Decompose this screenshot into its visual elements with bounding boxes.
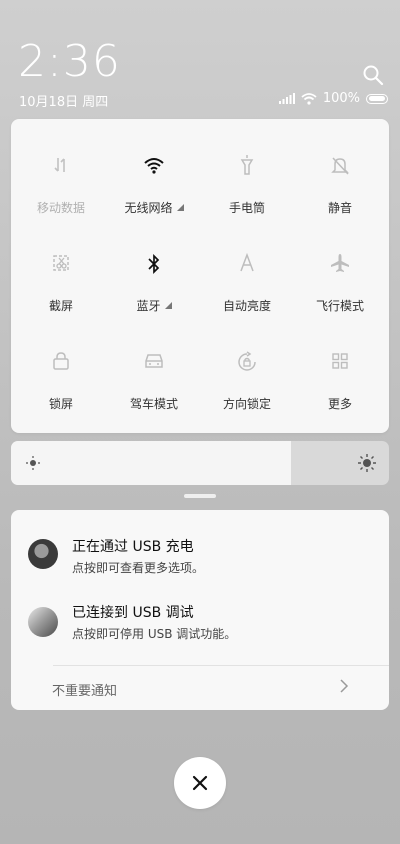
tile-label: 无线网络 — [124, 199, 184, 216]
tile-label: 自动亮度 — [222, 299, 271, 313]
brightness-slider[interactable] — [11, 441, 389, 485]
tile-label: 截屏 — [48, 299, 73, 313]
search-icon[interactable] — [362, 64, 384, 86]
tile-auto-brightness[interactable]: 自动亮度 — [200, 217, 294, 313]
app-avatar — [28, 539, 58, 569]
expand-triangle-icon — [164, 302, 172, 309]
tile-driving-mode[interactable]: 驾车模式 — [107, 315, 201, 411]
unimportant-notifications-link[interactable]: 不重要通知 — [52, 680, 117, 699]
date-label: 10月18日 周四 — [19, 95, 109, 110]
wifi-icon — [144, 158, 164, 174]
wifi-status-icon — [301, 92, 317, 105]
tile-label: 移动数据 — [36, 201, 85, 215]
flashlight-icon — [240, 155, 254, 175]
notification-text: 点按即可查看更多选项。 — [72, 561, 205, 575]
signal-icon — [278, 93, 295, 104]
tile-mute[interactable]: 静音 — [293, 119, 387, 215]
tile-label: 更多 — [327, 397, 352, 411]
brightness-high-icon — [358, 454, 376, 472]
tile-label: 锁屏 — [48, 397, 73, 411]
close-icon — [192, 775, 208, 791]
divider — [53, 665, 389, 666]
tile-label: 蓝牙 — [136, 297, 172, 314]
notification-title: 已连接到 USB 调试 — [72, 605, 194, 621]
tile-rotation-lock[interactable]: 方向锁定 — [200, 315, 294, 411]
tile-bluetooth[interactable]: 蓝牙 — [107, 217, 201, 313]
drag-handle[interactable] — [184, 494, 216, 498]
tile-more[interactable]: 更多 — [293, 315, 387, 411]
app-avatar — [28, 607, 58, 637]
notification-usb-debugging[interactable]: 已连接到 USB 调试 点按即可停用 USB 调试功能。 — [11, 592, 389, 652]
tile-label: 静音 — [327, 201, 352, 215]
rotation-lock-icon — [238, 351, 256, 371]
car-icon — [145, 354, 163, 368]
tile-label: 方向锁定 — [222, 397, 271, 411]
notification-text: 点按即可停用 USB 调试功能。 — [72, 627, 237, 641]
notification-usb-charging[interactable]: 正在通过 USB 充电 点按即可查看更多选项。 — [11, 524, 389, 584]
expand-triangle-icon — [176, 204, 184, 211]
tile-airplane[interactable]: 飞行模式 — [293, 217, 387, 313]
tile-label-text: 蓝牙 — [136, 299, 161, 313]
brightness-low-icon — [26, 456, 40, 470]
tile-wifi[interactable]: 无线网络 — [107, 119, 201, 215]
tile-label-text: 无线网络 — [124, 201, 173, 215]
auto-brightness-icon — [240, 253, 254, 272]
chevron-right-icon[interactable] — [339, 678, 349, 694]
screenshot-icon — [53, 255, 69, 271]
mobile-data-icon — [54, 158, 65, 172]
tile-label: 飞行模式 — [315, 299, 364, 313]
tile-mobile-data[interactable]: 移动数据 — [14, 119, 108, 215]
clear-all-button[interactable] — [174, 757, 226, 809]
clock-time: 2:36 — [18, 36, 121, 87]
bluetooth-icon — [148, 253, 160, 275]
tile-label: 手电筒 — [228, 201, 265, 215]
notification-panel: 正在通过 USB 充电 点按即可查看更多选项。 已连接到 USB 调试 点按即可… — [11, 510, 389, 710]
tile-lock-screen[interactable]: 锁屏 — [14, 315, 108, 411]
quick-settings-panel: 移动数据 无线网络 手电筒 静音 截屏 蓝牙 自动亮度 飞行模式 锁屏 驾车模式… — [11, 119, 389, 433]
more-grid-icon — [332, 353, 348, 369]
mute-icon — [331, 157, 349, 175]
airplane-icon — [331, 254, 349, 272]
tile-label: 驾车模式 — [129, 397, 178, 411]
status-icons: 100% — [278, 91, 388, 106]
tile-flashlight[interactable]: 手电筒 — [200, 119, 294, 215]
battery-icon — [366, 93, 388, 104]
lock-icon — [53, 352, 69, 370]
brightness-fill — [11, 441, 291, 485]
battery-percent: 100% — [322, 91, 360, 106]
notification-title: 正在通过 USB 充电 — [72, 539, 194, 555]
tile-screenshot[interactable]: 截屏 — [14, 217, 108, 313]
